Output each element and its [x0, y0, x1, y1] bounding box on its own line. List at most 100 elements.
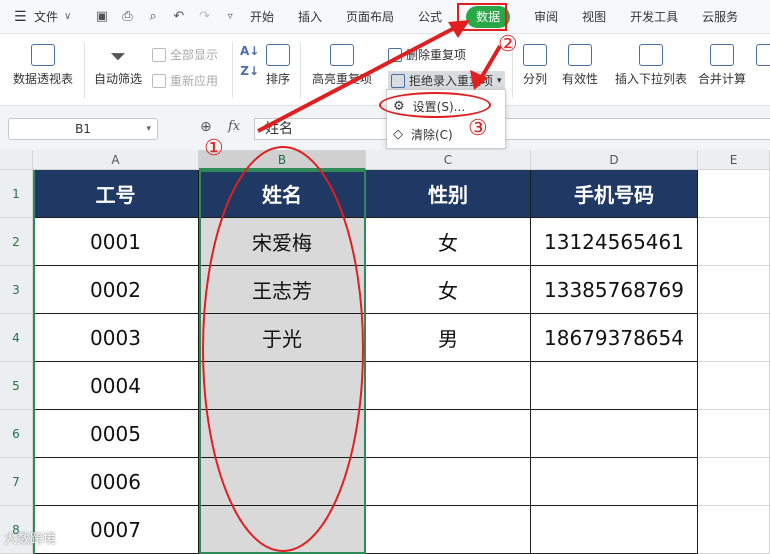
- row-header[interactable]: 1: [0, 170, 33, 218]
- table-cell[interactable]: [531, 410, 698, 458]
- validity-button[interactable]: 有效性: [556, 44, 604, 87]
- column-header-b[interactable]: B: [199, 150, 366, 170]
- print-preview-icon[interactable]: ⌕: [145, 9, 161, 24]
- table-cell[interactable]: 宋爱梅: [199, 218, 366, 266]
- table-cell[interactable]: 于光: [199, 314, 366, 362]
- table-cell-empty[interactable]: [698, 458, 770, 506]
- row-header[interactable]: 3: [0, 266, 33, 314]
- table-cell[interactable]: [366, 410, 531, 458]
- name-box[interactable]: B1 ▾: [8, 118, 158, 140]
- table-header-cell[interactable]: 性别: [366, 170, 531, 218]
- row-header[interactable]: 7: [0, 458, 33, 506]
- table-cell[interactable]: [531, 506, 698, 554]
- table-cell[interactable]: [366, 362, 531, 410]
- table-header-cell[interactable]: 姓名: [199, 170, 366, 218]
- table-cell[interactable]: 王志芳: [199, 266, 366, 314]
- table-cell[interactable]: [199, 362, 366, 410]
- tab-home[interactable]: 开始: [238, 0, 286, 34]
- table-cell[interactable]: 13124565461: [531, 218, 698, 266]
- row-header[interactable]: 2: [0, 218, 33, 266]
- column-header-c[interactable]: C: [366, 150, 531, 170]
- table-cell-empty[interactable]: [698, 506, 770, 554]
- redo-icon[interactable]: ↷: [197, 9, 213, 24]
- delete-duplicates-button[interactable]: 删除重复项: [388, 46, 466, 63]
- table-cell-empty[interactable]: [698, 170, 770, 218]
- table-cell[interactable]: [199, 410, 366, 458]
- select-all-corner[interactable]: [0, 150, 33, 170]
- merge-calculation-icon: [710, 44, 734, 66]
- table-cell[interactable]: 0006: [33, 458, 199, 506]
- sort-button[interactable]: 排序: [262, 44, 294, 87]
- more-ribbon-button[interactable]: [756, 44, 770, 70]
- table-cell[interactable]: 0005: [33, 410, 199, 458]
- tab-formulas[interactable]: 公式: [406, 0, 454, 34]
- table-cell-empty[interactable]: [698, 410, 770, 458]
- reapply-button[interactable]: 重新应用: [152, 72, 218, 89]
- table-cell[interactable]: 0001: [33, 218, 199, 266]
- table-cell[interactable]: 0007: [33, 506, 199, 554]
- show-all-button[interactable]: 全部显示: [152, 46, 218, 63]
- menu-item-settings[interactable]: ⚙ 设置(S)...: [379, 92, 491, 118]
- save-icon[interactable]: ▣: [94, 9, 110, 24]
- column-header-d[interactable]: D: [531, 150, 698, 170]
- pivot-table-label: 数据透视表: [12, 72, 73, 86]
- tab-review[interactable]: 审阅: [522, 0, 570, 34]
- tab-insert[interactable]: 插入: [286, 0, 334, 34]
- insert-dropdown-list-button[interactable]: 插入下拉列表: [612, 44, 690, 87]
- merge-calculation-button[interactable]: 合并计算: [694, 44, 750, 87]
- sort-desc-icon[interactable]: Z↓: [240, 64, 259, 78]
- undo-icon[interactable]: ↶: [171, 9, 187, 24]
- file-menu[interactable]: ☰ 文件 ∨: [0, 8, 88, 25]
- fx-icon[interactable]: fx: [228, 119, 240, 134]
- autofilter-button[interactable]: ⏷ 自动筛选: [90, 44, 146, 87]
- sort-asc-icon[interactable]: A↓: [240, 44, 259, 58]
- table-cell[interactable]: 男: [366, 314, 531, 362]
- table-cell[interactable]: 0002: [33, 266, 199, 314]
- more-ribbon-icon: [756, 44, 770, 66]
- table-cell[interactable]: 0004: [33, 362, 199, 410]
- menu-item-clear[interactable]: ◇ 清除(C): [393, 126, 453, 143]
- table-header-cell[interactable]: 手机号码: [531, 170, 698, 218]
- formula-input[interactable]: 姓名: [254, 118, 770, 140]
- sort-icon: [266, 44, 290, 66]
- print-icon[interactable]: ⎙: [120, 9, 136, 24]
- table-cell[interactable]: 女: [366, 266, 531, 314]
- row-header[interactable]: 5: [0, 362, 33, 410]
- divider: [300, 42, 301, 98]
- table-cell[interactable]: 0003: [33, 314, 199, 362]
- row-header[interactable]: 4: [0, 314, 33, 362]
- zoom-icon[interactable]: ⊕: [200, 119, 212, 135]
- table-header-cell[interactable]: 工号: [33, 170, 199, 218]
- table-cell[interactable]: 女: [366, 218, 531, 266]
- tab-data[interactable]: 数据: [454, 0, 522, 34]
- ribbon: 数据透视表 ⏷ 自动筛选 全部显示 重新应用 A↓ Z↓ 排序 高亮重复项 删除…: [0, 34, 770, 106]
- column-header-a[interactable]: A: [33, 150, 199, 170]
- highlight-duplicates-button[interactable]: 高亮重复项: [306, 44, 378, 87]
- row-header[interactable]: 6: [0, 410, 33, 458]
- autofilter-label: 自动筛选: [93, 72, 142, 86]
- table-cell[interactable]: 13385768769: [531, 266, 698, 314]
- column-header-e[interactable]: E: [698, 150, 770, 170]
- table-cell[interactable]: 18679378654: [531, 314, 698, 362]
- table-cell[interactable]: [531, 458, 698, 506]
- tab-page-layout[interactable]: 页面布局: [334, 0, 406, 34]
- more-icon[interactable]: ▿: [222, 11, 238, 22]
- table-cell-empty[interactable]: [698, 266, 770, 314]
- tab-view[interactable]: 视图: [570, 0, 618, 34]
- tab-cloud[interactable]: 云服务: [690, 0, 750, 34]
- step-2-marker: ②: [498, 32, 518, 57]
- table-cell[interactable]: [366, 458, 531, 506]
- table-cell-empty[interactable]: [698, 218, 770, 266]
- formula-bar: B1 ▾ ⊕ fx 姓名: [0, 106, 770, 150]
- table-cell[interactable]: [199, 506, 366, 554]
- tab-developer[interactable]: 开发工具: [618, 0, 690, 34]
- pivot-table-button[interactable]: 数据透视表: [10, 44, 76, 87]
- table-cell[interactable]: [366, 506, 531, 554]
- table-cell-empty[interactable]: [698, 314, 770, 362]
- table-cell[interactable]: [531, 362, 698, 410]
- validity-label: 有效性: [561, 72, 598, 86]
- table-cell[interactable]: [199, 458, 366, 506]
- reject-duplicates-button[interactable]: 拒绝录入重复项 ▾: [388, 71, 505, 90]
- split-column-button[interactable]: 分列: [518, 44, 552, 87]
- table-cell-empty[interactable]: [698, 362, 770, 410]
